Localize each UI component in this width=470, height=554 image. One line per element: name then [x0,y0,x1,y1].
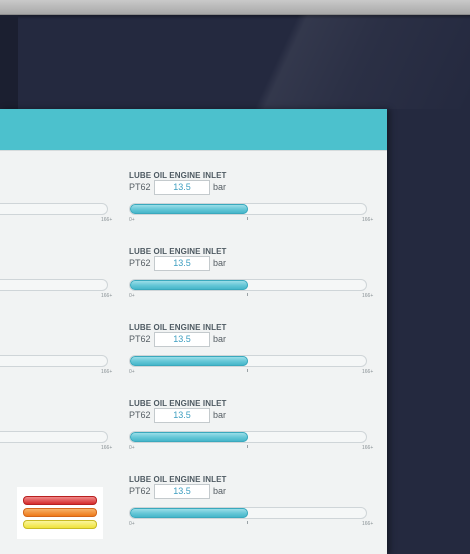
partial-gauge-track [0,431,108,443]
partial-gauge-track [0,203,108,215]
gauge-unit: bar [213,334,227,344]
gauge-min-label: 0+ [129,445,135,451]
gauge-max-label: 166+ [362,293,374,299]
gauge-max-label: 166+ [362,445,374,451]
gauge-tag: PT62 [129,258,151,268]
gauge-min-label: 0+ [129,521,135,527]
gauge-mid-tick [247,217,248,220]
gauge-level-fill [130,280,248,290]
gauge-track [129,279,367,291]
backdrop-edge [0,15,18,109]
gauge-tag: PT62 [129,334,151,344]
gauge-max-label: 166+ [362,217,374,223]
gauge-unit: bar [213,486,227,496]
gauge-value-field[interactable]: 13.5 [154,332,210,347]
gauge-level-fill [130,432,248,442]
gauge-min-label: 0+ [129,293,135,299]
gauge-tag: PT62 [129,182,151,192]
gauge-max-label: 166+ [362,369,374,375]
alarm-warning-indicator [23,520,97,529]
gauge-row: 166+ LUBE OIL ENGINE INLET PT62 13.5 bar 0+ 16… [0,399,387,475]
header-divider [0,150,387,151]
alarm-high-indicator [23,508,97,517]
alarm-high-high-indicator [23,496,97,505]
gauge-tag: PT62 [129,486,151,496]
partial-gauge-max-label: 166+ [101,217,113,223]
partial-gauge-max-label: 166+ [101,369,113,375]
gauge-unit: bar [213,410,227,420]
gauge-track [129,203,367,215]
gauge-title: LUBE OIL ENGINE INLET [129,475,227,484]
partial-gauge-max-label: 166+ [101,445,113,451]
gauge-row: 166+ LUBE OIL ENGINE INLET PT62 13.5 bar 0+ 16… [0,323,387,399]
partial-gauge-track [0,279,108,291]
gauge-min-label: 0+ [129,217,135,223]
gauge-level-fill [130,508,248,518]
gauge-mid-tick [247,445,248,448]
partial-gauge-track [0,355,108,367]
alarm-legend [17,487,103,539]
gauge-mid-tick [247,521,248,524]
gauge-track [129,355,367,367]
panel-header [0,109,387,150]
gauge-row: 166+ LUBE OIL ENGINE INLET PT62 13.5 bar 0+ 16… [0,171,387,247]
gauge-unit: bar [213,258,227,268]
gauge-mid-tick [247,293,248,296]
gauge-title: LUBE OIL ENGINE INLET [129,171,227,180]
gauge-value-field[interactable]: 13.5 [154,484,210,499]
gauge-max-label: 166+ [362,521,374,527]
partial-gauge-max-label: 166+ [101,293,113,299]
gauge-title: LUBE OIL ENGINE INLET [129,399,227,408]
gauge-value-field[interactable]: 13.5 [154,180,210,195]
gauge-tag: PT62 [129,410,151,420]
gauge-value-field[interactable]: 13.5 [154,256,210,271]
gauge-track [129,431,367,443]
gauge-title: LUBE OIL ENGINE INLET [129,323,227,332]
top-chrome-bar [0,0,470,15]
gauge-level-fill [130,356,248,366]
gauge-track [129,507,367,519]
gauge-unit: bar [213,182,227,192]
gauge-row: 166+ LUBE OIL ENGINE INLET PT62 13.5 bar 0+ 16… [0,247,387,323]
gauge-min-label: 0+ [129,369,135,375]
gauge-mid-tick [247,369,248,372]
gauge-value-field[interactable]: 13.5 [154,408,210,423]
gauge-title: LUBE OIL ENGINE INLET [129,247,227,256]
gauge-level-fill [130,204,248,214]
backdrop-reflection [0,15,470,109]
